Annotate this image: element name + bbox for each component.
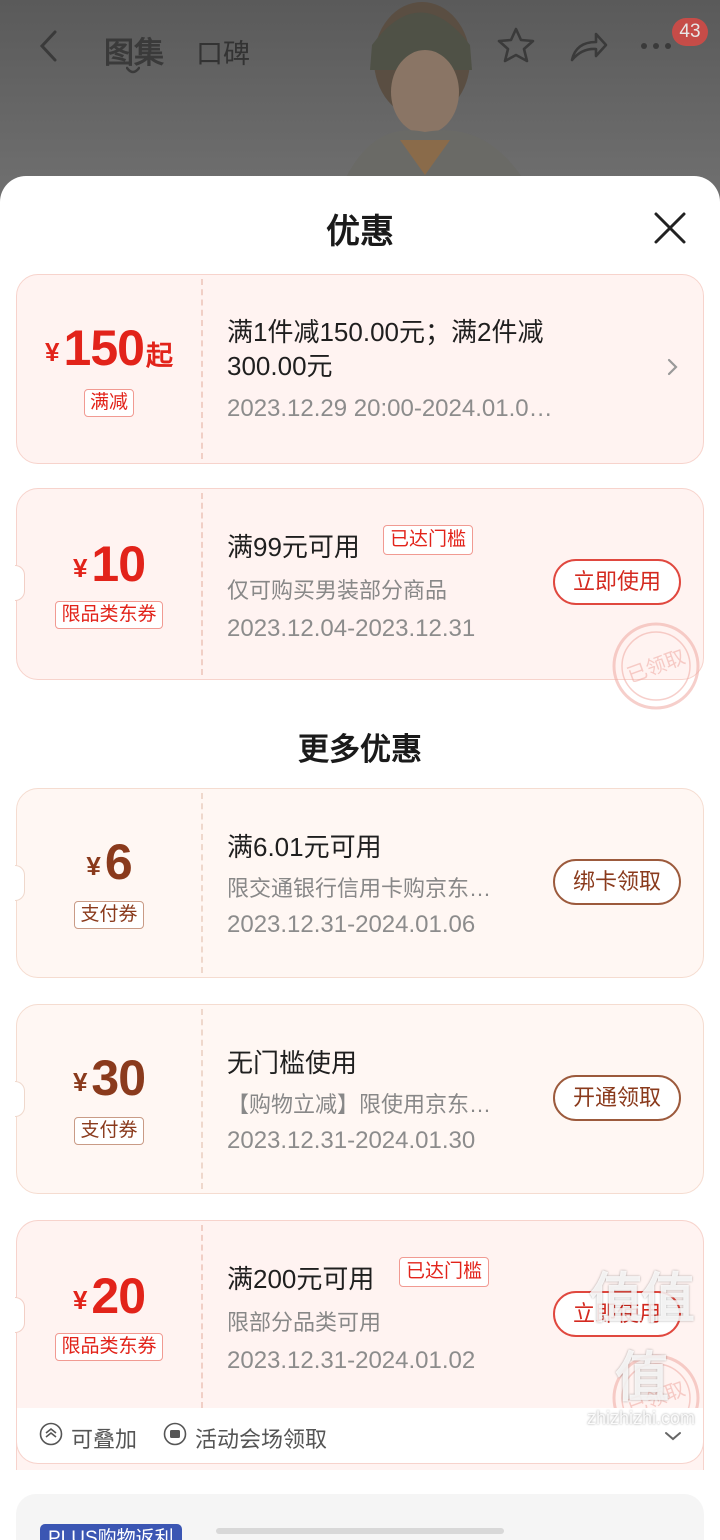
coupon-type-tag: 支付券 [17, 901, 201, 929]
svg-text:已领取: 已领取 [624, 644, 689, 687]
top-navigation-bar: 图集 口碑 43 [0, 0, 720, 100]
stack-icon [39, 1422, 63, 1446]
coupon-title: 无门槛使用 [227, 1048, 358, 1078]
coupon-amount: ¥6 [17, 833, 201, 891]
threshold-reached-badge: 已达门槛 [383, 525, 474, 555]
use-now-button[interactable]: 立即使用 [553, 559, 681, 605]
currency-symbol: ¥ [45, 337, 60, 367]
coupon-card-full-reduction[interactable]: ¥150起 满减 满1件减150.00元；满2件减300.00元 2023.12… [16, 274, 704, 464]
activate-claim-button[interactable]: 开通领取 [553, 1075, 681, 1121]
coupon-divider [201, 1009, 203, 1189]
coupon-date: 2023.12.31-2024.01.06 [227, 911, 476, 938]
coupon-card-category-10[interactable]: ¥10 限品类东券 满99元可用 已达门槛 仅可购买男装部分商品 2023.12… [15, 488, 704, 710]
currency-symbol: ¥ [72, 1285, 88, 1315]
coupon-description: 限交通银行信用卡购京东… [227, 876, 492, 901]
plus-rebate-tag: PLUS购物返利 [40, 1524, 182, 1540]
coupon-divider [201, 493, 203, 675]
venue-claim-link[interactable]: 活动会场领取 [195, 1422, 327, 1454]
coupon-type-tag: 满减 [17, 389, 201, 417]
coupon-description: 【购物立减】限使用京东… [227, 1092, 492, 1117]
coupon-card-payment-30[interactable]: ¥30 支付券 无门槛使用 【购物立减】限使用京东… 2023.12.31-20… [15, 1004, 704, 1194]
threshold-reached-badge: 已达门槛 [399, 1257, 490, 1287]
venue-ticket-icon [163, 1422, 187, 1446]
close-icon[interactable] [648, 206, 692, 250]
currency-symbol: ¥ [72, 553, 88, 583]
coupon-amount: ¥10 [17, 535, 201, 593]
stackable-label: 可叠加 [71, 1427, 138, 1452]
coupon-card-payment-6[interactable]: ¥6 支付券 满6.01元可用 限交通银行信用卡购京东… 2023.12.31-… [15, 788, 704, 978]
sheet-title: 优惠 [326, 213, 394, 251]
coupon-title: 满200元可用 [227, 1264, 375, 1294]
coupon-title: 满99元可用 [227, 532, 360, 562]
coupon-divider [201, 1225, 203, 1408]
site-watermark: 值值值 zhizhizhi.com [568, 1254, 714, 1429]
message-count-badge: 43 [672, 18, 708, 46]
favorite-star-icon[interactable] [494, 24, 538, 68]
coupon-amount: ¥150起 [17, 319, 201, 377]
more-discounts-title: 更多优惠 [298, 732, 422, 767]
watermark-url: zhizhizhi.com [586, 1408, 696, 1428]
tab-indicator-icon [126, 66, 140, 74]
coupon-date: 2023.12.31-2024.01.30 [227, 1127, 476, 1154]
coupon-date: 2023.12.31-2024.01.02 [227, 1347, 476, 1374]
amount-value: 20 [91, 1268, 146, 1324]
claimed-stamp-icon: 已领取 [612, 622, 700, 710]
amount-value: 30 [91, 1050, 146, 1106]
coupon-type-tag: 限品类东券 [17, 1333, 201, 1361]
coupon-divider [201, 793, 203, 973]
home-indicator-bar [216, 1528, 504, 1534]
coupon-description: 限部分品类可用 [227, 1310, 382, 1335]
bind-card-claim-button[interactable]: 绑卡领取 [553, 859, 681, 905]
coupon-description: 仅可购买男装部分商品 [227, 578, 448, 603]
coupon-type-tag: 支付券 [17, 1117, 201, 1145]
coupon-amount: ¥30 [17, 1049, 201, 1107]
coupon-date: 2023.12.04-2023.12.31 [227, 615, 476, 642]
coupon-divider [201, 279, 203, 459]
amount-value: 10 [91, 536, 146, 592]
coupon-date: 2023.12.29 20:00-2024.01.0… [227, 395, 553, 422]
amount-suffix: 起 [145, 341, 173, 371]
chevron-right-icon[interactable] [663, 357, 683, 377]
tab-reviews[interactable]: 口碑 [196, 32, 250, 71]
coupon-title: 满6.01元可用 [227, 832, 382, 862]
coupon-amount: ¥20 [17, 1267, 201, 1325]
share-arrow-icon[interactable] [566, 24, 610, 68]
currency-symbol: ¥ [86, 851, 101, 881]
amount-value: 6 [104, 834, 133, 890]
coupon-title: 满1件减150.00元；满2件减300.00元 [227, 317, 544, 381]
currency-symbol: ¥ [72, 1067, 88, 1097]
back-arrow-icon[interactable] [30, 26, 70, 66]
watermark-logo: 值值值 [589, 1267, 695, 1409]
amount-value: 150 [63, 320, 145, 376]
coupon-type-tag: 限品类东券 [17, 601, 201, 629]
